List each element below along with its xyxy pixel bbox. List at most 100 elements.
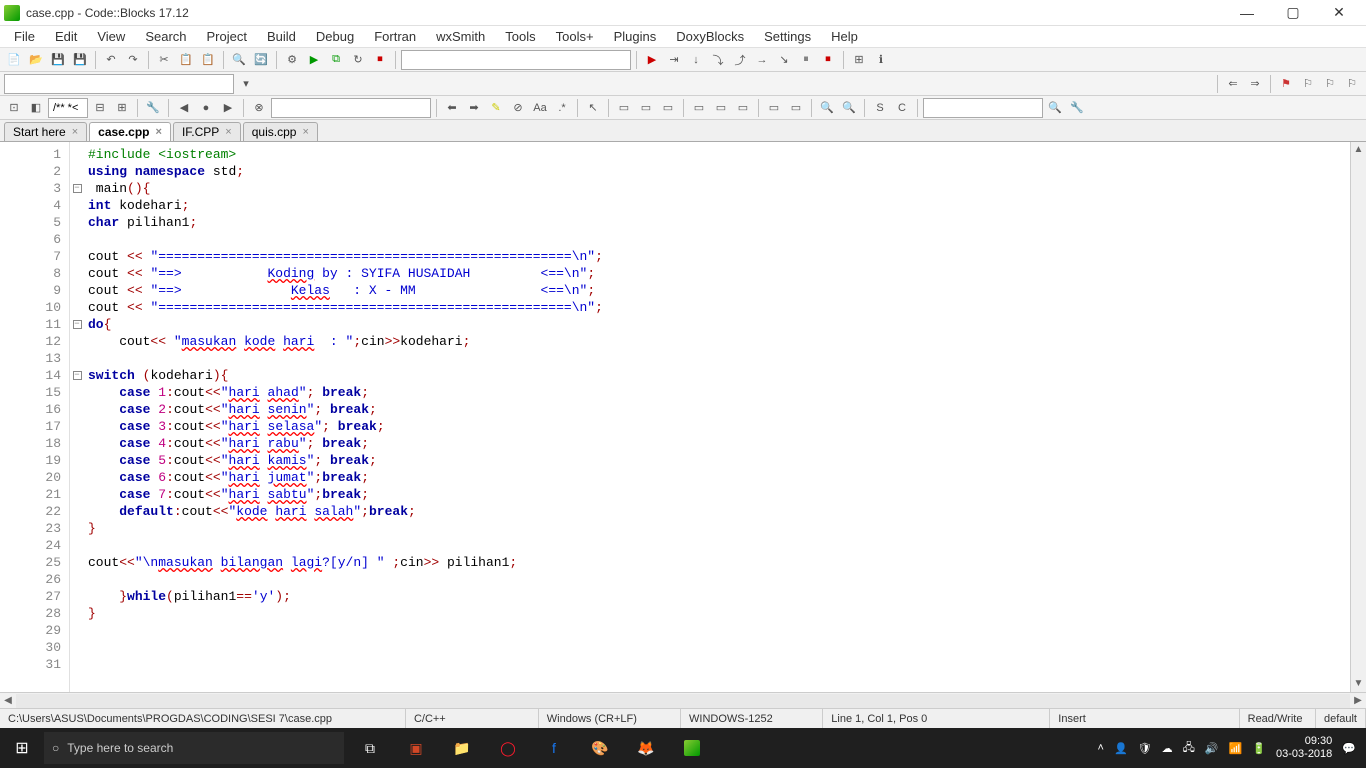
open-icon[interactable]: 📂 bbox=[26, 50, 46, 70]
status-insert[interactable]: Insert bbox=[1050, 709, 1239, 728]
copy-icon[interactable]: 📋 bbox=[176, 50, 196, 70]
taskbar-search[interactable]: ○ Type here to search bbox=[44, 732, 344, 764]
prev-icon[interactable]: ⬅ bbox=[442, 98, 462, 118]
fortran-go-icon[interactable]: 🔍 bbox=[1045, 98, 1065, 118]
maximize-button[interactable]: ▢ bbox=[1270, 0, 1316, 26]
menu-doxyblocks[interactable]: DoxyBlocks bbox=[666, 29, 754, 44]
highlight-icon[interactable]: ✎ bbox=[486, 98, 506, 118]
menu-debug[interactable]: Debug bbox=[306, 29, 364, 44]
zoom-in-icon[interactable]: 🔍 bbox=[817, 98, 837, 118]
doxy4-icon[interactable]: ⊞ bbox=[112, 98, 132, 118]
box2-icon[interactable]: ▭ bbox=[636, 98, 656, 118]
vertical-scrollbar[interactable]: ▲ ▼ bbox=[1350, 142, 1366, 692]
menu-search[interactable]: Search bbox=[135, 29, 196, 44]
info-icon[interactable]: ℹ bbox=[871, 50, 891, 70]
tab-quiscpp[interactable]: quis.cpp× bbox=[243, 122, 318, 141]
box1-icon[interactable]: ▭ bbox=[614, 98, 634, 118]
nav-fwd-icon[interactable]: ▶ bbox=[218, 98, 238, 118]
bookmark-flag-icon[interactable]: ⚑ bbox=[1276, 74, 1296, 94]
nav-marker-icon[interactable]: ● bbox=[196, 98, 216, 118]
explorer-icon[interactable]: 📁 bbox=[440, 728, 484, 768]
menu-edit[interactable]: Edit bbox=[45, 29, 87, 44]
stop-debug-icon[interactable]: ⏹ bbox=[818, 50, 838, 70]
status-profile[interactable]: default bbox=[1316, 709, 1366, 728]
run-icon[interactable]: ▶ bbox=[304, 50, 324, 70]
taskbar-clock[interactable]: 09:30 03-03-2018 bbox=[1276, 735, 1332, 761]
close-button[interactable]: ✕ bbox=[1316, 0, 1362, 26]
codeblocks-icon[interactable] bbox=[670, 728, 714, 768]
build-target-combo[interactable] bbox=[401, 50, 631, 70]
scroll-right-icon[interactable]: ▶ bbox=[1350, 695, 1366, 706]
cut-icon[interactable]: ✂ bbox=[154, 50, 174, 70]
menu-tools[interactable]: Tools+ bbox=[546, 29, 604, 44]
bookmark-next-icon[interactable]: ⚐ bbox=[1320, 74, 1340, 94]
menu-fortran[interactable]: Fortran bbox=[364, 29, 426, 44]
status-eol[interactable]: Windows (CR+LF) bbox=[539, 709, 681, 728]
debug-run-icon[interactable]: ▶ bbox=[642, 50, 662, 70]
match-case-icon[interactable]: Aa bbox=[530, 98, 550, 118]
menu-plugins[interactable]: Plugins bbox=[604, 29, 667, 44]
jump-back-icon[interactable]: ⇐ bbox=[1223, 74, 1243, 94]
regex-icon[interactable]: ⊗ bbox=[249, 98, 269, 118]
tab-starthere[interactable]: Start here× bbox=[4, 122, 87, 141]
doxy-comment-combo[interactable]: /** *< bbox=[48, 98, 88, 118]
doxy3-icon[interactable]: ⊟ bbox=[90, 98, 110, 118]
menu-wxsmith[interactable]: wxSmith bbox=[426, 29, 495, 44]
box4-icon[interactable]: ▭ bbox=[689, 98, 709, 118]
menu-help[interactable]: Help bbox=[821, 29, 868, 44]
debug-windows-icon[interactable]: ⊞ bbox=[849, 50, 869, 70]
tray-defender-icon[interactable]: 🛡 bbox=[1138, 742, 1152, 755]
system-tray[interactable]: ˄ 👤 🛡 ☁ 🖧 🔊 📶 🔋 09:30 03-03-2018 💬 bbox=[1088, 735, 1366, 761]
horizontal-scrollbar[interactable]: ◀ ▶ bbox=[0, 692, 1366, 708]
build-icon[interactable]: ⚙ bbox=[282, 50, 302, 70]
save-icon[interactable]: 💾 bbox=[48, 50, 68, 70]
box5-icon[interactable]: ▭ bbox=[711, 98, 731, 118]
tray-network-icon[interactable]: 🖧 bbox=[1183, 739, 1195, 758]
powerpoint-icon[interactable]: ▣ bbox=[394, 728, 438, 768]
tab-casecpp[interactable]: case.cpp× bbox=[89, 122, 171, 141]
find-icon[interactable]: 🔍 bbox=[229, 50, 249, 70]
fortran-combo[interactable] bbox=[923, 98, 1043, 118]
abort-icon[interactable]: ⏹ bbox=[370, 50, 390, 70]
doxy2-icon[interactable]: ◧ bbox=[26, 98, 46, 118]
step-into-icon[interactable]: ⤵ bbox=[708, 50, 728, 70]
bookmark-prev-icon[interactable]: ⚐ bbox=[1298, 74, 1318, 94]
box3-icon[interactable]: ▭ bbox=[658, 98, 678, 118]
bookmark-clear-icon[interactable]: ⚐ bbox=[1342, 74, 1362, 94]
menu-view[interactable]: View bbox=[87, 29, 135, 44]
start-button[interactable]: ⊞ bbox=[0, 728, 44, 768]
scroll-down-icon[interactable]: ▼ bbox=[1351, 676, 1366, 692]
select-icon[interactable]: ↖ bbox=[583, 98, 603, 118]
status-language[interactable]: C/C++ bbox=[406, 709, 539, 728]
rebuild-icon[interactable]: ↻ bbox=[348, 50, 368, 70]
jump-forward-icon[interactable]: ⇒ bbox=[1245, 74, 1265, 94]
close-icon[interactable]: × bbox=[225, 126, 231, 138]
tray-wifi-icon[interactable]: 📶 bbox=[1229, 742, 1243, 755]
next-instr-icon[interactable]: → bbox=[752, 50, 772, 70]
notifications-icon[interactable]: 💬 bbox=[1342, 742, 1356, 755]
tray-volume-icon[interactable]: 🔊 bbox=[1205, 742, 1219, 755]
fold-column[interactable]: − − − bbox=[70, 142, 84, 692]
close-icon[interactable]: × bbox=[72, 126, 78, 138]
clear-icon[interactable]: ⊘ bbox=[508, 98, 528, 118]
minimize-button[interactable]: — bbox=[1224, 0, 1270, 26]
search-options-icon[interactable]: ▾ bbox=[236, 74, 256, 94]
tray-battery-icon[interactable]: 🔋 bbox=[1252, 742, 1266, 755]
scroll-up-icon[interactable]: ▲ bbox=[1351, 142, 1366, 158]
regex-combo[interactable] bbox=[271, 98, 431, 118]
step-into-instr-icon[interactable]: ↘ bbox=[774, 50, 794, 70]
box7-icon[interactable]: ▭ bbox=[764, 98, 784, 118]
nav-back-icon[interactable]: ◀ bbox=[174, 98, 194, 118]
box8-icon[interactable]: ▭ bbox=[786, 98, 806, 118]
task-view-icon[interactable]: ⧉ bbox=[348, 728, 392, 768]
box6-icon[interactable]: ▭ bbox=[733, 98, 753, 118]
close-icon[interactable]: × bbox=[302, 126, 308, 138]
doxy-tool-icon[interactable]: 🔧 bbox=[143, 98, 163, 118]
fortran-tool-icon[interactable]: 🔧 bbox=[1067, 98, 1087, 118]
tray-people-icon[interactable]: 👤 bbox=[1114, 742, 1128, 755]
paint-icon[interactable]: 🎨 bbox=[578, 728, 622, 768]
redo-icon[interactable]: ↷ bbox=[123, 50, 143, 70]
tray-chevron-icon[interactable]: ˄ bbox=[1098, 742, 1104, 754]
firefox-icon[interactable]: 🦊 bbox=[624, 728, 668, 768]
step-out-icon[interactable]: ⤴ bbox=[730, 50, 750, 70]
